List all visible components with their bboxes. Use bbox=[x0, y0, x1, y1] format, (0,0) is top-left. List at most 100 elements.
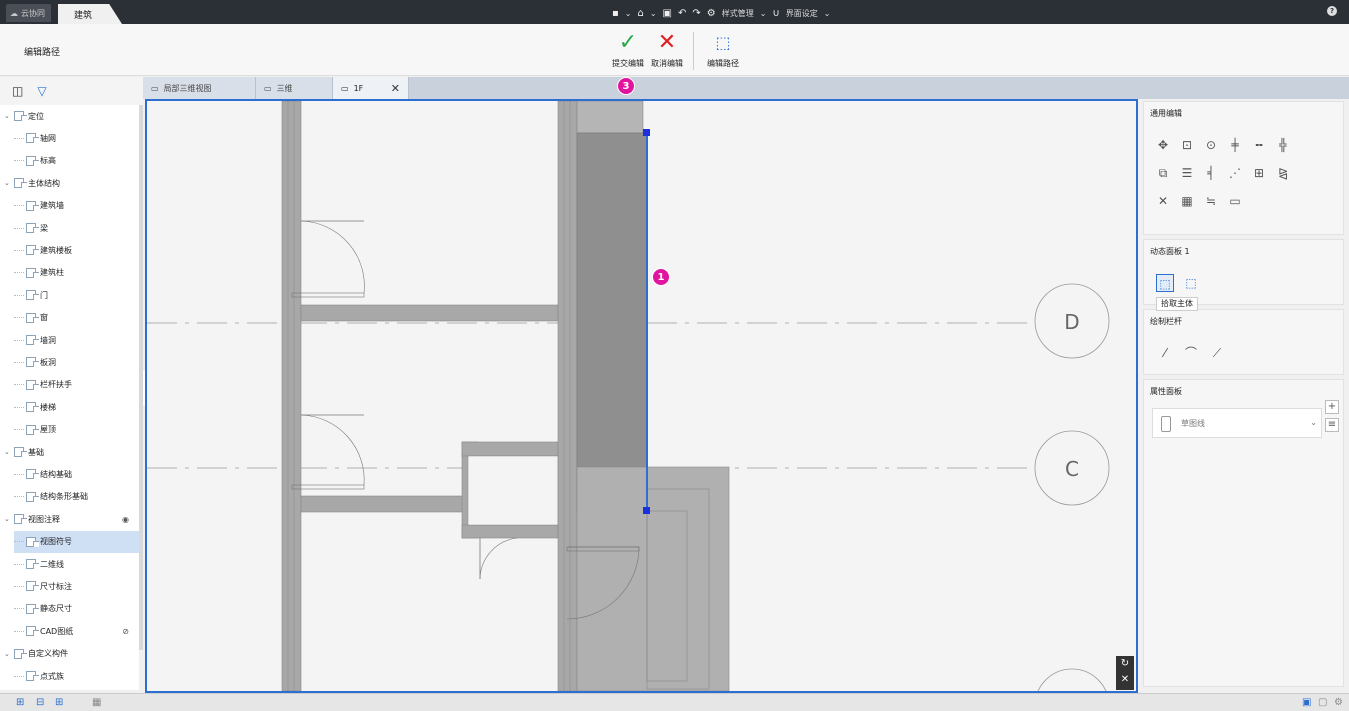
tab-1f[interactable]: ▭ 1F ✕ bbox=[333, 77, 409, 99]
save-icon[interactable]: ▣ bbox=[663, 8, 672, 19]
tree-item[interactable]: 墙洞 bbox=[14, 329, 139, 351]
filter-icon[interactable]: ▽ bbox=[37, 84, 46, 98]
chevron-down-icon[interactable]: ⌄ bbox=[4, 179, 14, 187]
chevron-down-icon[interactable]: ⌄ bbox=[824, 9, 831, 18]
chevron-down-icon[interactable]: ⌄ bbox=[4, 448, 14, 456]
close-icon[interactable]: ✕ bbox=[1116, 672, 1134, 688]
tree-item[interactable]: 板洞 bbox=[14, 351, 139, 373]
path-endpoint-handle[interactable] bbox=[643, 129, 650, 136]
array-icon[interactable]: ⋰ bbox=[1226, 164, 1244, 182]
pick-host-icon[interactable]: ⬚ bbox=[1156, 274, 1174, 292]
pick-line-icon[interactable]: ⟋ bbox=[1208, 344, 1226, 362]
tree-connector bbox=[14, 473, 24, 475]
file-icon[interactable]: ▪ bbox=[612, 8, 619, 19]
node-icon bbox=[26, 581, 39, 592]
tree-item[interactable]: 建筑柱 bbox=[14, 262, 139, 284]
chevron-down-icon[interactable]: ⌄ bbox=[4, 650, 14, 658]
grid-view-icon[interactable]: ⊞ bbox=[16, 697, 24, 708]
delete-icon[interactable]: ✕ bbox=[1154, 192, 1172, 210]
help-icon[interactable]: ? bbox=[1327, 6, 1337, 16]
edit-type-button[interactable]: ≡ bbox=[1325, 418, 1339, 432]
ui-settings-button[interactable]: 界面设定 bbox=[786, 8, 818, 19]
rotate-icon[interactable]: ⊙ bbox=[1202, 136, 1220, 154]
grid-bubble-partial bbox=[1037, 668, 1107, 691]
tree-item[interactable]: 轴网 bbox=[14, 127, 139, 149]
tree-group[interactable]: ⌄ 定位 bbox=[4, 105, 139, 127]
join-icon[interactable]: ╡ bbox=[1202, 164, 1220, 182]
tree-item[interactable]: 楼梯 bbox=[14, 396, 139, 418]
mirror-icon[interactable]: ⧎ bbox=[1274, 164, 1292, 182]
group-icon[interactable]: ⊞ bbox=[1250, 164, 1268, 182]
tree-group[interactable]: ⌄ 基础 bbox=[4, 441, 139, 463]
chevron-down-icon[interactable]: ⌄ bbox=[760, 9, 767, 18]
tree-item[interactable]: 梁 bbox=[14, 217, 139, 239]
tab-architecture[interactable]: 建筑 bbox=[58, 4, 122, 24]
tree-item[interactable]: 建筑墙 bbox=[14, 195, 139, 217]
panel-toggle-icon[interactable]: ◫ bbox=[12, 84, 23, 98]
tree-item[interactable]: 结构基础 bbox=[14, 463, 139, 485]
tree-item[interactable]: 建筑楼板 bbox=[14, 239, 139, 261]
tree-item[interactable]: 标高 bbox=[14, 150, 139, 172]
copy-icon[interactable]: ⊡ bbox=[1178, 136, 1196, 154]
filter-mode-icon[interactable]: ▢ bbox=[1318, 697, 1327, 708]
extend-icon[interactable]: ╬ bbox=[1274, 136, 1292, 154]
eye-hidden-icon[interactable]: ⊘ bbox=[122, 627, 129, 636]
chevron-down-icon[interactable]: ⌄ bbox=[625, 9, 632, 18]
line-icon[interactable]: ⁄ bbox=[1156, 344, 1174, 362]
3d-box-icon[interactable]: ▦ bbox=[1178, 192, 1196, 210]
selected-element[interactable] bbox=[576, 132, 648, 512]
magnet-icon[interactable]: ∪ bbox=[772, 8, 779, 19]
trim-icon[interactable]: ╍ bbox=[1250, 136, 1268, 154]
close-tab-icon[interactable]: ✕ bbox=[391, 82, 400, 95]
style-manage-icon[interactable]: ⚙ bbox=[707, 8, 716, 19]
chevron-down-icon[interactable]: ⌄ bbox=[4, 112, 14, 120]
tree-item[interactable]: 视图符号 bbox=[14, 530, 139, 553]
tree-item[interactable]: 二维线 bbox=[14, 553, 139, 575]
tree-item[interactable]: 静态尺寸 bbox=[14, 598, 139, 620]
undo-icon[interactable]: ↶ bbox=[678, 8, 686, 19]
tree-item[interactable]: 窗 bbox=[14, 307, 139, 329]
path-endpoint-handle[interactable] bbox=[643, 507, 650, 514]
chevron-down-icon[interactable]: ⌄ bbox=[650, 9, 657, 18]
style-manage-button[interactable]: 样式管理 bbox=[722, 8, 754, 19]
tree-item[interactable]: 栏杆扶手 bbox=[14, 374, 139, 396]
move-icon[interactable]: ✥ bbox=[1154, 136, 1172, 154]
tree-item[interactable]: 门 bbox=[14, 284, 139, 306]
tree-group[interactable]: ⌄ 自定义构件 bbox=[4, 643, 139, 665]
tree-item[interactable]: CAD图纸 ⊘ bbox=[14, 620, 139, 642]
tab-local-3d-view[interactable]: ▭ 局部三维视图 bbox=[143, 77, 256, 99]
tree-group[interactable]: ⌄ 主体结构 bbox=[4, 172, 139, 194]
tile-view-icon[interactable]: ⊟ bbox=[36, 697, 44, 708]
tree-item[interactable]: 屋顶 bbox=[14, 419, 139, 441]
edit-path-button[interactable]: ⬚ 编辑路径 bbox=[703, 30, 743, 69]
measure-icon[interactable]: ▭ bbox=[1226, 192, 1244, 210]
arc-icon[interactable]: ⌒ bbox=[1182, 344, 1200, 362]
tree-item[interactable]: 结构条形基础 bbox=[14, 486, 139, 508]
add-type-button[interactable]: + bbox=[1325, 400, 1339, 414]
redo-icon[interactable]: ↷ bbox=[692, 8, 700, 19]
select-mode-icon[interactable]: ▣ bbox=[1302, 697, 1311, 708]
align-icon[interactable]: ☰ bbox=[1178, 164, 1196, 182]
drawing-canvas[interactable]: D C bbox=[145, 99, 1138, 693]
match-icon[interactable]: ≒ bbox=[1202, 192, 1220, 210]
node-icon bbox=[26, 536, 39, 547]
tab-cloud-collab[interactable]: ☁ 云协同 bbox=[6, 4, 51, 22]
split-icon[interactable]: ╪ bbox=[1226, 136, 1244, 154]
cancel-edit-button[interactable]: ✕ 取消编辑 bbox=[648, 30, 686, 69]
tree-group[interactable]: ⌄ 视图注释 ◉ bbox=[4, 508, 139, 530]
offset-icon[interactable]: ⧉ bbox=[1154, 164, 1172, 182]
chevron-down-icon[interactable]: ⌄ bbox=[4, 515, 14, 523]
submit-edit-button[interactable]: ✓ 提交编辑 bbox=[610, 30, 646, 69]
rotate-reset-icon[interactable]: ↻ bbox=[1116, 656, 1134, 672]
tree-item[interactable]: 点式族 bbox=[14, 665, 139, 687]
tree-item-label: 栏杆扶手 bbox=[40, 380, 72, 390]
edit-path-icon[interactable]: ⬚ bbox=[1182, 274, 1200, 292]
tree-item[interactable]: 尺寸标注 bbox=[14, 575, 139, 597]
table-icon[interactable]: ▦ bbox=[92, 697, 101, 708]
type-selector[interactable]: 草图线 ⌄ bbox=[1152, 408, 1322, 438]
eye-icon[interactable]: ◉ bbox=[122, 515, 129, 524]
share-icon[interactable]: ⌂ bbox=[637, 8, 643, 19]
split-view-icon[interactable]: ⊞ bbox=[55, 697, 63, 708]
settings-icon[interactable]: ⚙ bbox=[1334, 697, 1343, 708]
tab-3d[interactable]: ▭ 三维 bbox=[256, 77, 333, 99]
